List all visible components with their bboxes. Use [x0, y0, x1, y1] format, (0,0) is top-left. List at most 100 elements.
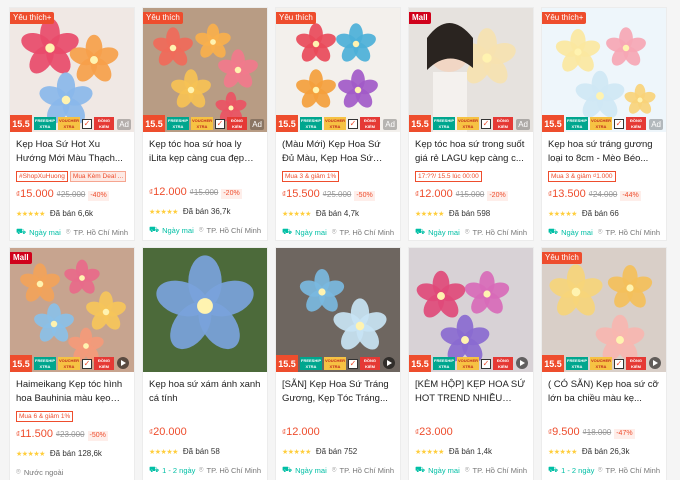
- location-pin-icon: ⌾: [198, 225, 204, 234]
- freeship-badge: FREESHIP XTRA: [34, 117, 56, 130]
- freeship-badge: FREESHIP XTRA: [566, 357, 588, 370]
- location-pin-icon: ⌾: [597, 227, 603, 236]
- inspect-badge: ĐỒNG KIỂM: [626, 117, 646, 130]
- price-row: ₫15.000 ₫25.000 -40%: [16, 188, 128, 202]
- freeship-badge: FREESHIP XTRA: [300, 357, 322, 370]
- price-row: ₫20.000: [149, 426, 261, 440]
- product-image[interactable]: Mall 15.5 FREESHIP XTRA VOUCHER XTRA ✓ Đ…: [409, 8, 533, 132]
- promo-date-label: 15.5: [542, 355, 564, 372]
- truck-icon: ⛟: [415, 465, 426, 474]
- voucher-badge: VOUCHER XTRA: [324, 117, 346, 130]
- rating-row: ★★★★★ Đã bán 598: [415, 208, 527, 219]
- price: ₫13.500: [548, 188, 586, 200]
- check-icon: ✓: [614, 118, 624, 129]
- product-card[interactable]: Yêu thích+ 15.5 FREESHIP XTRA VOUCHER XT…: [10, 8, 134, 240]
- price-row: ₫13.500 ₫24.000 -44%: [548, 188, 660, 202]
- freeship-badge: FREESHIP XTRA: [300, 117, 322, 130]
- star-rating-icon: ★★★★★: [282, 448, 311, 456]
- product-card[interactable]: Kẹp hoa sứ xám ánh xanh cá tính ₫20.000 …: [143, 248, 267, 480]
- delivery-time: Ngày mai: [428, 465, 460, 475]
- product-tags: Mua 3 & giảm 1%: [282, 171, 394, 182]
- truck-icon: ⛟: [415, 227, 426, 236]
- freeship-badge: FREESHIP XTRA: [433, 357, 455, 370]
- shop-location: TP. Hồ Chí Minh: [206, 225, 261, 235]
- sold-count: Đã bán 752: [315, 447, 358, 456]
- truck-icon: ⛟: [548, 227, 559, 236]
- product-title[interactable]: Kẹp hoa sứ tráng gương loại to 8cm - Mèo…: [548, 138, 660, 166]
- shipping-row: ⛟ Ngày mai ⌾ TP. Hồ Chí Minh: [16, 227, 128, 237]
- star-rating-icon: ★★★★★: [16, 450, 45, 458]
- product-card[interactable]: Mall 15.5 FREESHIP XTRA VOUCHER XTRA ✓ Đ…: [409, 8, 533, 240]
- star-rating-icon: ★★★★★: [415, 448, 444, 456]
- promo-strip: 15.5 FREESHIP XTRA VOUCHER XTRA ✓ ĐỒNG K…: [276, 355, 400, 372]
- location-pin-icon: ⌾: [331, 465, 337, 474]
- truck-icon: ⛟: [16, 227, 27, 236]
- price-row: ₫12.000 ₫15.000 -20%: [149, 186, 261, 200]
- sold-count: Đã bán 36,7k: [182, 207, 231, 216]
- product-title[interactable]: Kẹp tóc hoa sứ trong suốt giá rẻ LAGU kẹ…: [415, 138, 527, 166]
- voucher-badge: VOUCHER XTRA: [457, 117, 479, 130]
- promo-tag: Mua 3 & giảm ₫1.000: [548, 171, 616, 182]
- product-image[interactable]: Yêu thích+ 15.5 FREESHIP XTRA VOUCHER XT…: [542, 8, 666, 132]
- promo-date-label: 15.5: [10, 115, 32, 132]
- product-image[interactable]: Yêu thích 15.5 FREESHIP XTRA VOUCHER XTR…: [542, 248, 666, 372]
- promo-date-label: 15.5: [10, 355, 32, 372]
- original-price: ₫18.000: [582, 428, 612, 437]
- product-info: Kẹp Hoa Sứ Hot Xu Hướng Mới Màu Thạch...…: [10, 132, 134, 237]
- check-icon: ✓: [348, 118, 358, 129]
- product-image[interactable]: Mall 15.5 FREESHIP XTRA VOUCHER XTRA ✓ Đ…: [10, 248, 134, 372]
- product-card[interactable]: 15.5 FREESHIP XTRA VOUCHER XTRA ✓ ĐỒNG K…: [409, 248, 533, 480]
- sold-count: Đã bán 66: [581, 209, 619, 218]
- product-info: ( CÓ SẴN) Kẹp hoa sứ cỡ lớn ba chiều màu…: [542, 372, 666, 475]
- price: ₫11.500: [16, 428, 53, 440]
- product-card[interactable]: Yêu thích 15.5 FREESHIP XTRA VOUCHER XTR…: [276, 8, 400, 240]
- shipping-row: ⛟ Ngày mai ⌾ TP. Hồ Chí Minh: [415, 465, 527, 475]
- play-icon[interactable]: [117, 357, 129, 369]
- price: ₫12.000: [149, 186, 187, 198]
- price-row: ₫15.500 ₫25.000 -50%: [282, 188, 394, 202]
- product-info: [KÈM HỘP] KẸP HOA SỨ HOT TREND NHIỀU MÀ.…: [409, 372, 533, 475]
- product-title[interactable]: Kẹp hoa sứ xám ánh xanh cá tính: [149, 378, 261, 406]
- promo-strip: 15.5 FREESHIP XTRA VOUCHER XTRA ✓ ĐỒNG K…: [409, 115, 533, 132]
- check-icon: ✓: [348, 358, 358, 369]
- star-rating-icon: ★★★★★: [548, 210, 577, 218]
- product-info: Kẹp hoa sứ tráng gương loại to 8cm - Mèo…: [542, 132, 666, 237]
- product-image[interactable]: Yêu thích 15.5 FREESHIP XTRA VOUCHER XTR…: [143, 8, 267, 132]
- product-title[interactable]: ( CÓ SẴN) Kẹp hoa sứ cỡ lớn ba chiều màu…: [548, 378, 660, 406]
- product-card[interactable]: Mall 15.5 FREESHIP XTRA VOUCHER XTRA ✓ Đ…: [10, 248, 134, 480]
- promo-tag: Mua Kèm Deal ...: [69, 171, 127, 182]
- product-image[interactable]: 15.5 FREESHIP XTRA VOUCHER XTRA ✓ ĐỒNG K…: [409, 248, 533, 372]
- sold-count: Đã bán 1,4k: [448, 447, 493, 456]
- product-card[interactable]: Yêu thích 15.5 FREESHIP XTRA VOUCHER XTR…: [542, 248, 666, 480]
- price-row: ₫9.500 ₫18.000 -47%: [548, 426, 660, 440]
- rating-row: ★★★★★ Đã bán 66: [548, 208, 660, 219]
- product-image[interactable]: 15.5 FREESHIP XTRA VOUCHER XTRA ✓ ĐỒNG K…: [276, 248, 400, 372]
- product-title[interactable]: [SẴN] Kẹp Hoa Sứ Tráng Gương, Kẹp Tóc Tr…: [282, 378, 394, 406]
- favorite-badge: Yêu thích+: [10, 12, 55, 24]
- product-title[interactable]: Kẹp tóc hoa sứ hoa ly iLita kẹp càng cua…: [149, 138, 261, 166]
- price-row: ₫11.500 ₫23.000 -50%: [16, 428, 128, 442]
- favorite-badge: Yêu thích: [542, 252, 582, 264]
- product-card[interactable]: 15.5 FREESHIP XTRA VOUCHER XTRA ✓ ĐỒNG K…: [276, 248, 400, 480]
- product-card[interactable]: Yêu thích+ 15.5 FREESHIP XTRA VOUCHER XT…: [542, 8, 666, 240]
- product-title[interactable]: Haimeikang Kẹp tóc hình hoa Bauhinia màu…: [16, 378, 128, 406]
- product-title[interactable]: [KÈM HỘP] KẸP HOA SỨ HOT TREND NHIỀU MÀ.…: [415, 378, 527, 406]
- discount-badge: -44%: [620, 191, 641, 201]
- play-icon[interactable]: [649, 357, 661, 369]
- shipping-row: ⛟ Ngày mai ⌾ TP. Hồ Chí Minh: [149, 225, 261, 235]
- discount-badge: -47%: [614, 429, 635, 439]
- product-image[interactable]: Yêu thích 15.5 FREESHIP XTRA VOUCHER XTR…: [276, 8, 400, 132]
- product-image[interactable]: Yêu thích+ 15.5 FREESHIP XTRA VOUCHER XT…: [10, 8, 134, 132]
- product-card[interactable]: Yêu thích 15.5 FREESHIP XTRA VOUCHER XTR…: [143, 8, 267, 240]
- promo-strip: 15.5 FREESHIP XTRA VOUCHER XTRA ✓ ĐỒNG K…: [10, 115, 134, 132]
- promo-tag: Mua 6 & giảm 1%: [16, 411, 74, 422]
- product-info: (Màu Mới) Kẹp Hoa Sứ Đủ Màu, Kẹp Hoa Sứ …: [276, 132, 400, 237]
- star-rating-icon: ★★★★★: [16, 210, 45, 218]
- play-icon[interactable]: [383, 357, 395, 369]
- shop-location: TP. Hồ Chí Minh: [339, 465, 394, 475]
- product-image[interactable]: [143, 248, 267, 372]
- play-icon[interactable]: [516, 357, 528, 369]
- product-title[interactable]: (Màu Mới) Kẹp Hoa Sứ Đủ Màu, Kẹp Hoa Sứ …: [282, 138, 394, 166]
- product-title[interactable]: Kẹp Hoa Sứ Hot Xu Hướng Mới Màu Thạch...: [16, 138, 128, 166]
- original-price: ₫23.000: [55, 430, 85, 439]
